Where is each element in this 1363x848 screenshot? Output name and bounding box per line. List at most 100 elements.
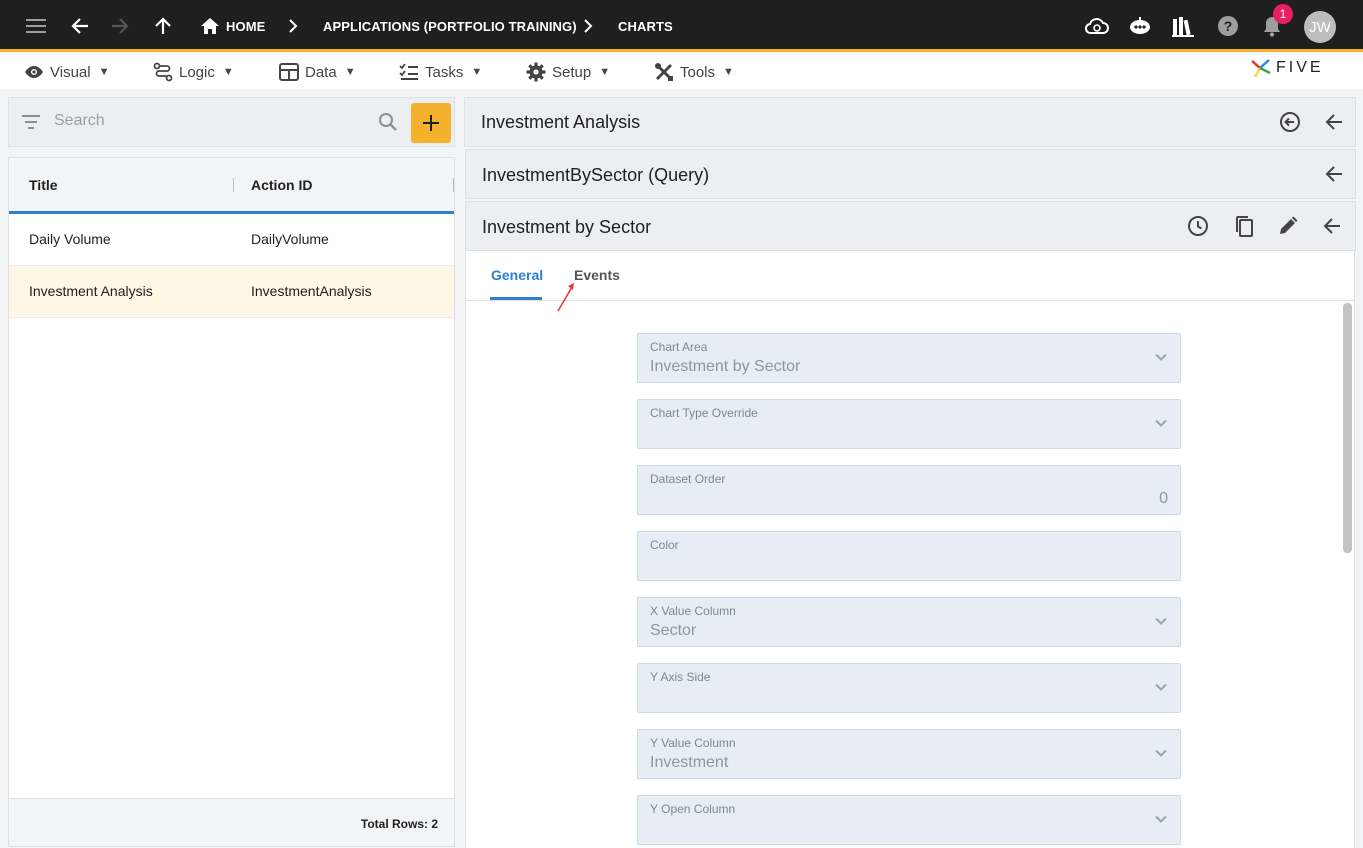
field-label: Y Axis Side bbox=[650, 670, 711, 684]
back-arrow-icon[interactable] bbox=[1319, 213, 1345, 239]
menu-data[interactable]: Data ▼ bbox=[279, 55, 356, 89]
column-header-title[interactable]: Title bbox=[29, 177, 58, 193]
hamburger-menu-icon[interactable] bbox=[22, 12, 50, 40]
level3-title: Investment by Sector bbox=[482, 217, 652, 237]
actions-list: Title Action ID Daily Volume DailyVolume… bbox=[8, 157, 455, 847]
copy-icon[interactable] bbox=[1231, 213, 1257, 239]
column-header-action-id[interactable]: Action ID bbox=[251, 177, 312, 193]
checklist-icon bbox=[399, 63, 418, 80]
table-row[interactable]: Daily Volume DailyVolume bbox=[9, 214, 454, 266]
dataset-order-field[interactable]: Dataset Order 0 bbox=[637, 465, 1181, 515]
five-logo-text: FIVE bbox=[1276, 59, 1324, 76]
app-bar: HOME APPLICATIONS (PORTFOLIO TRAINING) C… bbox=[0, 0, 1363, 52]
row-action-id: DailyVolume bbox=[251, 231, 329, 247]
table-icon bbox=[279, 63, 299, 81]
menu-bar: Visual ▼ Logic ▼ Data ▼ Tasks ▼ Setup ▼ Tools… bbox=[0, 55, 1363, 89]
history-back-icon[interactable] bbox=[1277, 109, 1303, 135]
search-bar: Search bbox=[8, 97, 455, 147]
caret-down-icon: ▼ bbox=[599, 66, 611, 78]
y-open-column-select[interactable]: Y Open Column bbox=[637, 795, 1181, 845]
field-value: Investment by Sector bbox=[650, 358, 801, 375]
breadcrumb-charts-label: CHARTS bbox=[618, 18, 673, 34]
field-value: Sector bbox=[650, 622, 697, 639]
field-label: Color bbox=[650, 538, 679, 552]
home-icon bbox=[201, 18, 219, 34]
chevron-down-icon bbox=[1155, 419, 1167, 427]
chevron-right-icon bbox=[289, 19, 298, 33]
menu-tasks-label: Tasks bbox=[425, 63, 464, 81]
edit-pencil-icon[interactable] bbox=[1275, 213, 1301, 239]
filter-icon[interactable] bbox=[22, 115, 40, 129]
notification-badge: 1 bbox=[1273, 4, 1293, 24]
list-header: Title Action ID bbox=[9, 158, 454, 214]
gear-icon bbox=[526, 62, 546, 82]
forward-arrow-icon[interactable] bbox=[106, 12, 134, 40]
breadcrumb-home[interactable]: HOME bbox=[201, 0, 265, 52]
menu-setup-label: Setup bbox=[552, 63, 592, 81]
help-icon[interactable]: ? bbox=[1214, 12, 1242, 40]
active-tab-indicator bbox=[490, 297, 542, 300]
field-label: Y Open Column bbox=[650, 802, 736, 816]
breadcrumb-applications[interactable]: APPLICATIONS (PORTFOLIO TRAINING) bbox=[323, 0, 577, 52]
five-logo: FIVE bbox=[1250, 57, 1324, 79]
menu-visual[interactable]: Visual ▼ bbox=[24, 55, 109, 89]
field-label: Chart Area bbox=[650, 340, 708, 354]
chart-area-select[interactable]: Chart Area Investment by Sector bbox=[637, 333, 1181, 383]
x-value-column-select[interactable]: X Value Column Sector bbox=[637, 597, 1181, 647]
search-input[interactable]: Search bbox=[54, 112, 105, 130]
tab-bar: General Events bbox=[466, 251, 1354, 312]
breadcrumb-home-label: HOME bbox=[226, 18, 266, 34]
table-row-selected[interactable]: Investment Analysis InvestmentAnalysis bbox=[9, 266, 454, 318]
menu-logic-label: Logic bbox=[179, 63, 215, 81]
y-value-column-select[interactable]: Y Value Column Investment bbox=[637, 729, 1181, 779]
menu-tasks[interactable]: Tasks ▼ bbox=[399, 55, 482, 89]
menu-tools[interactable]: Tools ▼ bbox=[654, 55, 734, 89]
breadcrumb-charts[interactable]: CHARTS bbox=[618, 0, 673, 52]
list-footer: Total Rows: 2 bbox=[9, 798, 454, 846]
back-arrow-icon[interactable] bbox=[66, 12, 94, 40]
chart-settings-form: General Events Chart Area Investment by … bbox=[465, 251, 1355, 848]
row-action-id: InvestmentAnalysis bbox=[251, 283, 372, 299]
logic-icon bbox=[153, 62, 173, 82]
menu-visual-label: Visual bbox=[50, 63, 91, 81]
library-icon[interactable] bbox=[1169, 12, 1197, 40]
form-scrollbar[interactable] bbox=[1343, 303, 1352, 553]
chart-type-override-select[interactable]: Chart Type Override bbox=[637, 399, 1181, 449]
tab-general[interactable]: General bbox=[491, 267, 543, 283]
red-annotation-arrow-icon bbox=[557, 283, 574, 312]
field-label: Dataset Order bbox=[650, 472, 726, 486]
chevron-down-icon bbox=[1155, 749, 1167, 757]
caret-down-icon: ▼ bbox=[723, 66, 734, 78]
level1-header: Investment Analysis bbox=[464, 97, 1356, 147]
field-value: Investment bbox=[650, 754, 729, 771]
add-button[interactable] bbox=[411, 103, 451, 143]
user-avatar[interactable]: JW bbox=[1304, 11, 1336, 43]
caret-down-icon: ▼ bbox=[344, 66, 356, 78]
eye-icon bbox=[25, 66, 43, 78]
field-label: Chart Type Override bbox=[650, 406, 758, 420]
back-arrow-icon[interactable] bbox=[1321, 109, 1347, 135]
chevron-down-icon bbox=[1155, 353, 1167, 361]
chatbot-icon[interactable] bbox=[1126, 12, 1154, 40]
cloud-sync-icon[interactable] bbox=[1083, 12, 1111, 40]
svg-text:?: ? bbox=[1224, 18, 1233, 34]
chevron-down-icon bbox=[1155, 617, 1167, 625]
up-arrow-icon[interactable] bbox=[149, 12, 177, 40]
history-clock-icon[interactable] bbox=[1185, 213, 1211, 239]
menu-data-label: Data bbox=[305, 63, 337, 81]
tools-icon bbox=[655, 63, 673, 81]
column-divider bbox=[233, 178, 234, 192]
column-divider bbox=[453, 178, 454, 192]
color-field[interactable]: Color bbox=[637, 531, 1181, 581]
caret-down-icon: ▼ bbox=[471, 66, 483, 78]
y-axis-side-select[interactable]: Y Axis Side bbox=[637, 663, 1181, 713]
back-arrow-icon[interactable] bbox=[1321, 161, 1347, 187]
row-title: Daily Volume bbox=[29, 231, 111, 247]
field-label: Y Value Column bbox=[650, 736, 736, 750]
search-icon[interactable] bbox=[378, 112, 398, 132]
tab-events[interactable]: Events bbox=[574, 267, 620, 283]
menu-logic[interactable]: Logic ▼ bbox=[153, 55, 234, 89]
menu-setup[interactable]: Setup ▼ bbox=[526, 55, 610, 89]
field-label: X Value Column bbox=[650, 604, 736, 618]
total-rows: Total Rows: 2 bbox=[360, 817, 438, 831]
